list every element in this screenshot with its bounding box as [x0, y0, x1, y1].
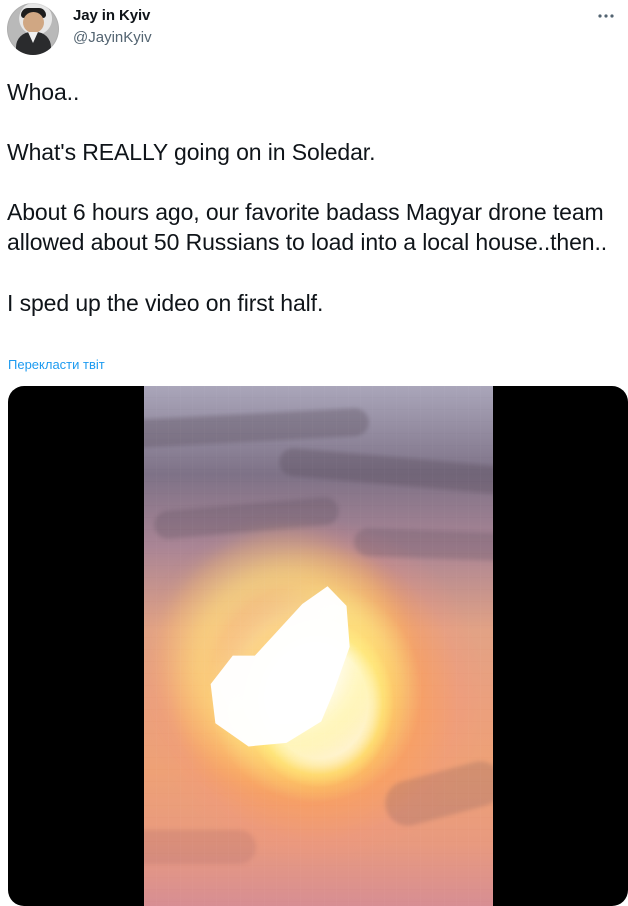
more-horizontal-icon: [598, 14, 614, 18]
avatar-face-icon: [23, 12, 44, 33]
tweet-paragraph: What's REALLY going on in Soledar.: [7, 139, 376, 165]
tweet-paragraph: Whoa..: [7, 79, 80, 105]
explosion-video-frame[interactable]: [144, 386, 493, 906]
translate-tweet-link[interactable]: Перекласти твіт: [8, 357, 105, 372]
user-avatar[interactable]: [7, 3, 59, 55]
tweet-text: Whoa.. What's REALLY going on in Soledar…: [7, 77, 617, 318]
tweet-card: Jay in Kyiv @JayinKyiv Whoa.. What's REA…: [0, 0, 628, 906]
video-compression-noise: [144, 386, 493, 906]
author-display-name[interactable]: Jay in Kyiv: [73, 8, 152, 23]
author-name-block[interactable]: Jay in Kyiv @JayinKyiv: [73, 8, 152, 45]
tweet-paragraph: I sped up the video on first half.: [7, 290, 324, 316]
tweet-video[interactable]: [8, 386, 628, 906]
more-options-button[interactable]: [593, 8, 619, 24]
tweet-paragraph: About 6 hours ago, our favorite badass M…: [7, 199, 608, 255]
author-handle[interactable]: @JayinKyiv: [73, 30, 152, 45]
